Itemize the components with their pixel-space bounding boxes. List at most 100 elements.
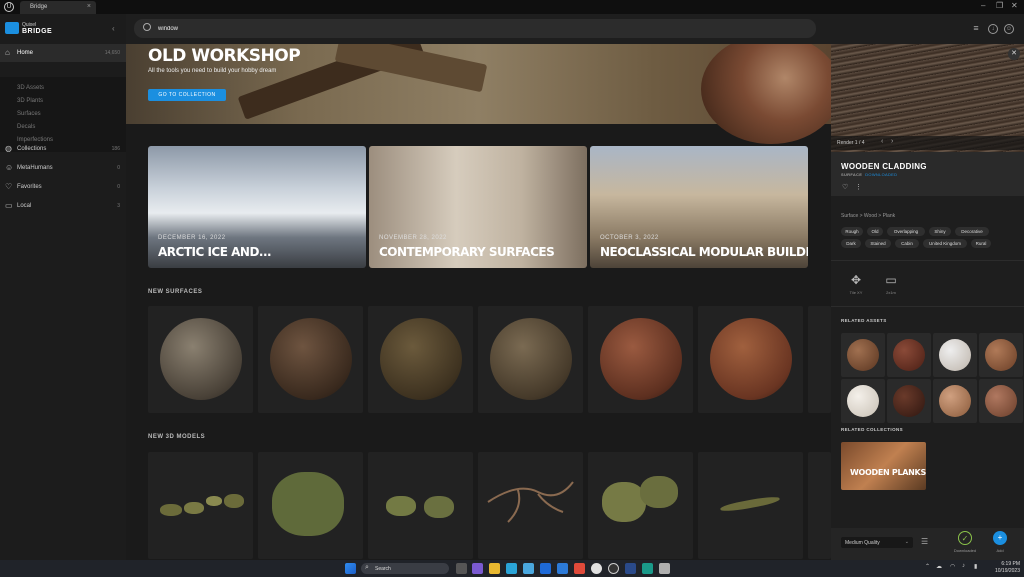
collection-card-neoclassical[interactable]: OCTOBER 3, 2022 NEOCLASSICAL MODULAR BUI… <box>590 146 808 268</box>
sidebar-item-metahumans[interactable]: ☺ MetaHumans 0 <box>0 159 126 177</box>
model-card[interactable] <box>148 452 253 559</box>
related-asset-card[interactable] <box>933 333 977 377</box>
search-bar[interactable] <box>134 19 816 38</box>
related-asset-card[interactable] <box>979 333 1023 377</box>
model-card[interactable] <box>588 452 693 559</box>
chevron-right-icon[interactable]: › <box>891 138 893 145</box>
tag-chip[interactable]: Rural <box>971 239 991 248</box>
close-icon[interactable]: ✕ <box>1008 48 1020 60</box>
volume-icon[interactable]: ♪ <box>962 563 965 569</box>
surface-card[interactable] <box>588 306 693 413</box>
user-icon[interactable]: ☺ <box>1004 24 1014 34</box>
word-icon[interactable] <box>557 563 568 574</box>
related-asset-card[interactable] <box>933 379 977 423</box>
model-card[interactable] <box>258 452 363 559</box>
sidebar-item-collections[interactable]: ◍ Collections 186 <box>0 140 126 158</box>
model-preview <box>184 502 204 514</box>
search-input[interactable] <box>158 23 458 34</box>
tile-xy-tool[interactable]: ✥ Tile XY <box>841 274 871 295</box>
chat-icon[interactable] <box>472 563 483 574</box>
tag-chip[interactable]: Old <box>867 227 883 236</box>
download-status: DOWNLOADED <box>865 172 898 177</box>
collection-date: DECEMBER 16, 2022 <box>158 235 226 241</box>
outlook-icon[interactable] <box>540 563 551 574</box>
related-asset-card[interactable] <box>841 379 885 423</box>
tag-chip[interactable]: Dark <box>841 239 861 248</box>
chevron-left-icon[interactable]: ‹ <box>881 138 883 145</box>
close-window-button[interactable]: ✕ <box>1011 1 1018 10</box>
chrome-icon[interactable] <box>591 563 602 574</box>
settings-icon[interactable] <box>625 563 636 574</box>
tag-chip[interactable]: Shiny <box>929 227 951 236</box>
surface-card[interactable] <box>808 306 831 413</box>
sidebar-item-local[interactable]: ▭ Local 3 <box>0 197 126 215</box>
surface-card[interactable] <box>368 306 473 413</box>
list-icon[interactable]: ☰ <box>921 537 928 546</box>
model-card[interactable] <box>808 452 831 559</box>
size-tool[interactable]: ▭ 2x1m <box>876 274 906 295</box>
collection-card-arctic[interactable]: DECEMBER 16, 2022 ARCTIC ICE AND... <box>148 146 366 268</box>
sidebar-item-favorites[interactable]: ♡ Favorites 0 <box>0 178 126 196</box>
sidebar-item-label: MetaHumans <box>17 165 53 171</box>
cloud-icon[interactable]: ☁ <box>936 563 942 570</box>
windows-start-icon[interactable] <box>345 563 356 574</box>
filter-icon[interactable]: ≡ <box>971 24 981 34</box>
sidebar-subitem-decals[interactable]: Decals <box>17 124 35 130</box>
tag-chip[interactable]: Decorative <box>955 227 989 236</box>
related-asset-card[interactable] <box>887 379 931 423</box>
surface-preview <box>270 318 352 400</box>
clock[interactable]: 6:19 PM 10/19/2023 <box>988 561 1020 575</box>
surface-card[interactable] <box>478 306 583 413</box>
related-asset-card[interactable] <box>887 333 931 377</box>
related-collection-card[interactable]: WOODEN PLANKS <box>841 442 926 490</box>
app-icon[interactable] <box>659 563 670 574</box>
downloaded-check-icon[interactable]: ✓ <box>958 531 972 545</box>
unreal-engine-icon[interactable] <box>608 563 619 574</box>
collection-card-contemporary[interactable]: NOVEMBER 28, 2022 CONTEMPORARY SURFACES <box>369 146 587 268</box>
add-button[interactable]: + <box>993 531 1007 545</box>
tray-chevron-icon[interactable]: ⌃ <box>925 563 930 570</box>
wifi-icon[interactable]: ◠ <box>950 563 955 570</box>
sidebar-subitem-3d-plants[interactable]: 3D Plants <box>17 98 43 104</box>
window-tab[interactable]: Bridge × <box>20 1 96 14</box>
surface-card[interactable] <box>698 306 803 413</box>
tag-chip[interactable]: Rough <box>841 227 863 236</box>
collapse-sidebar-icon[interactable]: ‹ <box>112 24 115 33</box>
tab-close-icon[interactable]: × <box>87 3 91 10</box>
quality-select[interactable]: Medium Quality ⌄ <box>841 537 913 548</box>
model-preview <box>424 496 454 518</box>
battery-icon[interactable]: ▮ <box>974 563 977 570</box>
task-view-icon[interactable] <box>456 563 467 574</box>
file-explorer-icon[interactable] <box>489 563 500 574</box>
hero-banner[interactable]: OLD WORKSHOP All the tools you need to b… <box>126 44 831 144</box>
model-card[interactable] <box>478 452 583 559</box>
more-options-icon[interactable]: ⋮ <box>855 183 862 191</box>
tag-chip[interactable]: Stained <box>865 239 891 248</box>
surface-card[interactable] <box>148 306 253 413</box>
favorite-heart-icon[interactable]: ♡ <box>842 183 848 191</box>
go-to-collection-button[interactable]: GO TO COLLECTION <box>148 89 226 101</box>
tag-chip[interactable]: United Kingdom <box>923 239 967 248</box>
render-counter: Render 1 / 4 <box>837 140 865 146</box>
model-card[interactable] <box>698 452 803 559</box>
maximize-button[interactable]: ❐ <box>996 1 1003 10</box>
edge-icon[interactable] <box>506 563 517 574</box>
sidebar-item-home[interactable]: ⌂ Home 14,650 <box>0 44 126 62</box>
model-preview <box>386 496 416 516</box>
app-icon[interactable] <box>574 563 585 574</box>
taskbar-search[interactable]: ⌕ Search <box>361 563 449 574</box>
sidebar-subitem-3d-assets[interactable]: 3D Assets <box>17 85 44 91</box>
related-asset-card[interactable] <box>841 333 885 377</box>
minimize-button[interactable]: – <box>981 1 985 10</box>
related-asset-card[interactable] <box>979 379 1023 423</box>
tag-chip[interactable]: Cabin <box>895 239 919 248</box>
tag-chip[interactable]: Overlapping <box>887 227 925 236</box>
store-icon[interactable] <box>523 563 534 574</box>
sidebar: Quixel BRIDGE ‹ ⌂ Home 14,650 3D Assets … <box>0 14 126 560</box>
model-card[interactable] <box>368 452 473 559</box>
surface-card[interactable] <box>258 306 363 413</box>
collection-date: NOVEMBER 28, 2022 <box>379 235 447 241</box>
download-icon[interactable]: ↓ <box>988 24 998 34</box>
sidebar-subitem-surfaces[interactable]: Surfaces <box>17 111 41 117</box>
bridge-app-icon[interactable] <box>642 563 653 574</box>
